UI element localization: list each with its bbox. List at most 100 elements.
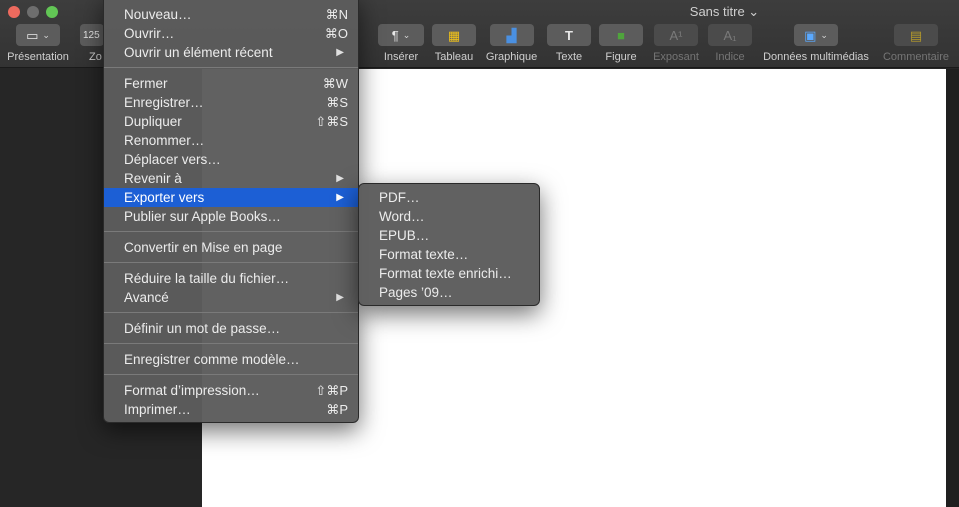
- menu-item-reduire[interactable]: Réduire la taille du fichier…: [104, 269, 358, 288]
- menu-item-label: Convertir en Mise en page: [124, 240, 283, 255]
- menu-separator: [104, 67, 358, 68]
- menu-item-deplacer[interactable]: Déplacer vers…: [104, 150, 358, 169]
- menu-item-label: Nouveau…: [124, 7, 192, 22]
- menu-item-label: Revenir à: [124, 171, 182, 186]
- exposant-label: Exposant: [653, 51, 699, 63]
- menu-item-nouveau[interactable]: Nouveau… ⌘N: [104, 5, 358, 24]
- shortcut-label: ⌘W: [322, 76, 348, 91]
- toolbar-inserer[interactable]: ¶ ⌄ Insérer: [378, 24, 424, 63]
- menu-item-renommer[interactable]: Renommer…: [104, 131, 358, 150]
- text-icon: T: [565, 27, 573, 43]
- submenu-arrow-icon: ▶: [336, 173, 344, 184]
- submenu-arrow-icon: ▶: [336, 47, 344, 58]
- toolbar-exposant: A¹ Exposant: [649, 24, 703, 63]
- chevron-down-icon: ⌄: [42, 29, 50, 40]
- menu-item-exporter[interactable]: Exporter vers ▶: [104, 188, 358, 207]
- menu-item-label: Format texte…: [379, 247, 469, 262]
- export-submenu: PDF… Word… EPUB… Format texte… Format te…: [358, 183, 540, 306]
- shortcut-label: ⌘N: [325, 7, 348, 22]
- chevron-down-icon: ⌄: [820, 29, 828, 40]
- zoom-value[interactable]: 125: [80, 24, 104, 46]
- menu-item-imprimer[interactable]: Imprimer… ⌘P: [104, 400, 358, 419]
- menu-item-label: Ouvrir un élément récent: [124, 45, 273, 60]
- sidebar-view-icon: ▭: [26, 27, 39, 43]
- menu-item-label: Imprimer…: [124, 402, 191, 417]
- shortcut-label: ⌘P: [326, 402, 348, 417]
- texte-label: Texte: [555, 51, 583, 63]
- menu-item-label: Ouvrir…: [124, 26, 175, 41]
- menu-separator: [104, 343, 358, 344]
- menu-item-label: Dupliquer: [124, 114, 182, 129]
- shape-icon: ■: [617, 27, 625, 43]
- menu-item-revenir[interactable]: Revenir à ▶: [104, 169, 358, 188]
- submenu-arrow-icon: ▶: [336, 192, 344, 203]
- export-item-word[interactable]: Word…: [359, 207, 539, 226]
- toolbar-commentaire: ▤ Commentaire: [879, 24, 953, 63]
- shortcut-label: ⌘S: [326, 95, 348, 110]
- menu-item-fermer[interactable]: Fermer ⌘W: [104, 74, 358, 93]
- menu-item-label: Déplacer vers…: [124, 152, 221, 167]
- toolbar-graphique[interactable]: ▟ Graphique: [484, 24, 539, 63]
- export-item-pages09[interactable]: Pages ’09…: [359, 283, 539, 302]
- menu-item-convertir[interactable]: Convertir en Mise en page: [104, 238, 358, 257]
- menu-item-publier[interactable]: Publier sur Apple Books…: [104, 207, 358, 226]
- toolbar-presentation[interactable]: ▭ ⌄ Présentation: [4, 24, 72, 63]
- menu-item-label: Publier sur Apple Books…: [124, 209, 281, 224]
- export-item-pdf[interactable]: PDF…: [359, 188, 539, 207]
- menu-separator: [104, 262, 358, 263]
- export-item-epub[interactable]: EPUB…: [359, 226, 539, 245]
- shortcut-label: ⇧⌘P: [315, 383, 348, 398]
- indice-label: Indice: [715, 51, 745, 63]
- menu-item-label: Réduire la taille du fichier…: [124, 271, 290, 286]
- menu-separator: [104, 312, 358, 313]
- comment-icon: ▤: [909, 27, 923, 43]
- presentation-label: Présentation: [7, 51, 69, 63]
- toolbar-indice: A₁ Indice: [708, 24, 752, 63]
- commentaire-label: Commentaire: [882, 51, 950, 63]
- paragraph-icon: ¶: [391, 27, 399, 43]
- menu-item-ouvrir-recent[interactable]: Ouvrir un élément récent ▶: [104, 43, 358, 62]
- toolbar-zoom[interactable]: 125 Zo: [80, 24, 104, 63]
- menu-item-label: EPUB…: [379, 228, 430, 243]
- superscript-icon: A¹: [669, 27, 683, 43]
- menu-separator: [104, 374, 358, 375]
- toolbar-tableau[interactable]: ▦ Tableau: [431, 24, 477, 63]
- chevron-down-icon: ⌄: [402, 29, 411, 40]
- menu-item-ouvrir[interactable]: Ouvrir… ⌘O: [104, 24, 358, 43]
- multimedia-label: Données multimédias: [763, 51, 869, 63]
- toolbar-multimedia[interactable]: ▣ ⌄ Données multimédias: [759, 24, 873, 63]
- menu-item-mot-de-passe[interactable]: Définir un mot de passe…: [104, 319, 358, 338]
- menu-item-label: Enregistrer comme modèle…: [124, 352, 300, 367]
- menu-item-modele[interactable]: Enregistrer comme modèle…: [104, 350, 358, 369]
- shortcut-label: ⌘O: [324, 26, 348, 41]
- image-icon: ▣: [804, 27, 817, 43]
- menu-item-label: Fermer: [124, 76, 168, 91]
- menu-item-label: Pages ’09…: [379, 285, 453, 300]
- menu-item-label: Avancé: [124, 290, 169, 305]
- file-menu: Nouveau… ⌘N Ouvrir… ⌘O Ouvrir un élément r…: [103, 0, 359, 423]
- table-icon: ▦: [447, 27, 461, 43]
- menu-item-avance[interactable]: Avancé ▶: [104, 288, 358, 307]
- shortcut-label: ⇧⌘S: [315, 114, 348, 129]
- menu-item-dupliquer[interactable]: Dupliquer ⇧⌘S: [104, 112, 358, 131]
- toolbar-figure[interactable]: ■ Figure: [599, 24, 643, 63]
- subscript-icon: A₁: [723, 27, 737, 43]
- menu-item-enregistrer[interactable]: Enregistrer… ⌘S: [104, 93, 358, 112]
- menu-item-label: Définir un mot de passe…: [124, 321, 281, 336]
- tableau-label: Tableau: [434, 51, 474, 63]
- zoom-label: Zo: [89, 51, 102, 63]
- menu-item-format-impression[interactable]: Format d’impression… ⇧⌘P: [104, 381, 358, 400]
- menu-item-label: Enregistrer…: [124, 95, 204, 110]
- inserer-label: Insérer: [383, 51, 419, 63]
- figure-label: Figure: [605, 51, 637, 63]
- menu-item-label: Format texte enrichi…: [379, 266, 512, 281]
- submenu-arrow-icon: ▶: [336, 292, 344, 303]
- menu-item-label: Renommer…: [124, 133, 205, 148]
- export-item-format-texte[interactable]: Format texte…: [359, 245, 539, 264]
- menu-item-label: Format d’impression…: [124, 383, 260, 398]
- chart-icon: ▟: [506, 27, 517, 43]
- toolbar-texte[interactable]: T Texte: [547, 24, 591, 63]
- export-item-texte-enrichi[interactable]: Format texte enrichi…: [359, 264, 539, 283]
- graphique-label: Graphique: [485, 51, 538, 63]
- menu-item-label: Word…: [379, 209, 425, 224]
